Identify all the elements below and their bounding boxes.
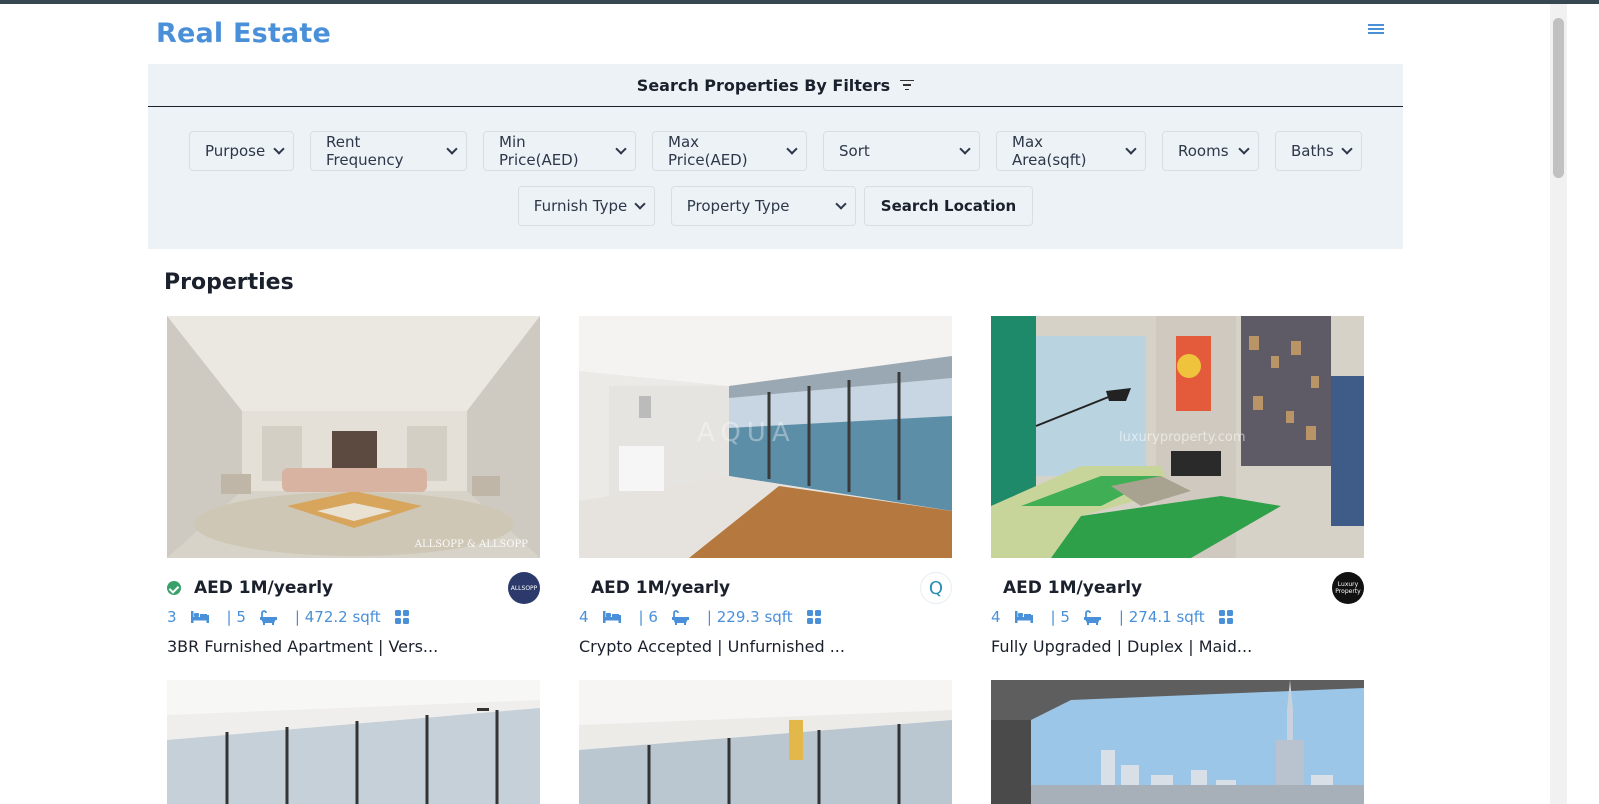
area-value: | 229.3 sqft: [706, 608, 793, 626]
chevron-down-icon: [273, 143, 285, 155]
baths-select[interactable]: Baths: [1275, 131, 1362, 171]
rooms-count: 4: [579, 608, 589, 626]
baths-count: | 5: [226, 608, 246, 626]
top-accent-bar: [0, 0, 1599, 4]
brand-logo-link[interactable]: Real Estate: [156, 18, 331, 49]
sort-select-label: Sort: [839, 142, 870, 160]
grid-icon: [806, 610, 821, 624]
rooms-count: 3: [167, 608, 177, 626]
max-price-select[interactable]: Max Price(AED): [652, 131, 807, 171]
property-card[interactable]: ALLSOPP & ALLSOPP AED 1M/yearly ALLSOPP …: [167, 316, 540, 656]
property-type-select[interactable]: Property Type: [670, 186, 856, 226]
property-image[interactable]: luxuryproperty.com: [991, 316, 1364, 558]
property-card[interactable]: [579, 680, 952, 804]
property-stats: 4 | 6 | 229.3 sqft: [579, 608, 839, 626]
filter-row-1: Purpose Rent Frequency Min Price(AED) Ma…: [148, 131, 1403, 171]
scrollbar-thumb[interactable]: [1553, 18, 1564, 178]
property-image[interactable]: AQUA: [579, 316, 952, 558]
area-value: | 274.1 sqft: [1118, 608, 1205, 626]
max-price-select-label: Max Price(AED): [668, 133, 748, 169]
property-stats: 3 | 5 | 472.2 sqft: [167, 608, 427, 626]
filter-toggle[interactable]: Search Properties By Filters: [148, 64, 1403, 107]
property-price: AED 1M/yearly: [591, 578, 731, 598]
grid-icon: [394, 610, 409, 624]
rent-frequency-select[interactable]: Rent Frequency: [310, 131, 467, 171]
bath-icon: [671, 609, 689, 625]
filter-panel: Search Properties By Filters Purpose Ren…: [148, 64, 1403, 249]
property-card[interactable]: [167, 680, 540, 804]
hamburger-menu-icon[interactable]: [1368, 22, 1384, 38]
rooms-count: 4: [991, 608, 1001, 626]
chevron-down-icon: [634, 198, 646, 210]
rooms-select[interactable]: Rooms: [1162, 131, 1259, 171]
filter-title: Search Properties By Filters: [636, 75, 891, 95]
chevron-down-icon: [835, 198, 847, 210]
page-scrollbar[interactable]: [1550, 4, 1567, 804]
property-image[interactable]: ALLSOPP & ALLSOPP: [167, 316, 540, 558]
property-image[interactable]: [167, 680, 540, 804]
filter-icon: [900, 79, 915, 91]
property-price: AED 1M/yearly: [1003, 578, 1143, 598]
baths-select-label: Baths: [1291, 142, 1334, 160]
property-card[interactable]: [991, 680, 1364, 804]
property-image[interactable]: [579, 680, 952, 804]
furnish-type-select-label: Furnish Type: [533, 197, 628, 215]
bed-icon: [602, 611, 621, 623]
purpose-select[interactable]: Purpose: [189, 131, 294, 171]
price-row: AED 1M/yearly Luxury Property: [991, 572, 1364, 604]
property-title[interactable]: 3BR Furnished Apartment | Vers...: [167, 637, 438, 656]
grid-icon: [1218, 610, 1233, 624]
bed-icon: [1014, 611, 1033, 623]
bath-icon: [1083, 609, 1101, 625]
chevron-down-icon: [1125, 143, 1137, 155]
purpose-select-label: Purpose: [205, 142, 266, 160]
chevron-down-icon: [615, 143, 627, 155]
rent-frequency-select-label: Rent Frequency: [326, 133, 404, 169]
property-type-select-label: Property Type: [686, 197, 790, 215]
verified-icon: [167, 581, 181, 595]
image-watermark: ALLSOPP & ALLSOPP: [414, 539, 528, 550]
chevron-down-icon: [1238, 143, 1250, 155]
property-stats: 4 | 5 | 274.1 sqft: [991, 608, 1251, 626]
property-title[interactable]: Fully Upgraded | Duplex | Maid...: [991, 637, 1252, 656]
property-card[interactable]: luxuryproperty.com AED 1M/yearly Luxury …: [991, 316, 1364, 656]
search-location-button[interactable]: Search Location: [863, 186, 1034, 226]
property-price: AED 1M/yearly: [194, 578, 334, 598]
agency-avatar: Q: [920, 572, 952, 604]
chevron-down-icon: [959, 143, 971, 155]
property-image[interactable]: [991, 680, 1364, 804]
image-watermark: luxuryproperty.com: [1119, 430, 1246, 445]
bath-icon: [259, 609, 277, 625]
price-row: AED 1M/yearly Q: [579, 572, 952, 604]
image-watermark: AQUA: [697, 418, 796, 448]
filter-row-2: Furnish Type Property Type Search Locati…: [148, 186, 1403, 226]
baths-count: | 6: [638, 608, 658, 626]
max-area-select[interactable]: Max Area(sqft): [996, 131, 1146, 171]
min-price-select-label: Min Price(AED): [499, 133, 579, 169]
agency-avatar: Luxury Property: [1332, 572, 1364, 604]
min-price-select[interactable]: Min Price(AED): [483, 131, 636, 171]
area-value: | 472.2 sqft: [294, 608, 381, 626]
navbar: Real Estate: [156, 14, 1406, 58]
price-row: AED 1M/yearly ALLSOPP: [167, 572, 540, 604]
bed-icon: [190, 611, 209, 623]
max-area-select-label: Max Area(sqft): [1012, 133, 1087, 169]
rooms-select-label: Rooms: [1178, 142, 1229, 160]
chevron-down-icon: [446, 143, 458, 155]
agency-avatar: ALLSOPP: [508, 572, 540, 604]
property-title[interactable]: Crypto Accepted | Unfurnished ...: [579, 637, 845, 656]
furnish-type-select[interactable]: Furnish Type: [517, 186, 655, 226]
section-title: Properties: [164, 270, 294, 295]
chevron-down-icon: [786, 143, 798, 155]
sort-select[interactable]: Sort: [823, 131, 980, 171]
chevron-down-icon: [1341, 143, 1353, 155]
property-card[interactable]: AQUA AED 1M/yearly Q 4 | 6 | 229.3 sqft …: [579, 316, 952, 656]
baths-count: | 5: [1050, 608, 1070, 626]
